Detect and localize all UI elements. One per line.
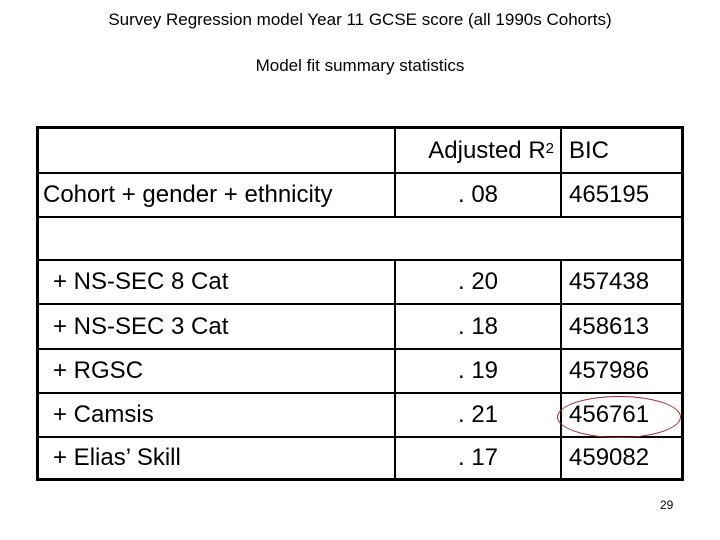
- table-row-base: Cohort + gender + ethnicity . 08 465195: [39, 174, 681, 218]
- cell-bic: 458613: [560, 305, 681, 348]
- cell-model: + RGSC: [53, 357, 144, 384]
- cell-bic: 457986: [560, 350, 681, 392]
- cell-model: + NS-SEC 8 Cat: [53, 268, 229, 295]
- cell-model: + Elias’ Skill: [53, 444, 181, 471]
- cell-bic: 459082: [560, 438, 681, 478]
- cell-adjusted-r2: . 21: [394, 394, 560, 436]
- cell-adjusted-r2: . 08: [394, 174, 560, 216]
- table-spacer-row: [39, 218, 681, 261]
- cell-adjusted-r2: . 19: [394, 350, 560, 392]
- cell-adjusted-r2: . 20: [394, 261, 560, 303]
- cell-model: Cohort + gender + ethnicity: [43, 181, 333, 208]
- cell-bic: 456761: [560, 394, 681, 436]
- cell-bic: 457438: [560, 261, 681, 303]
- header-model: [39, 129, 394, 172]
- cell-adjusted-r2: . 17: [394, 438, 560, 478]
- header-adjusted-r2: Adjusted R2: [394, 129, 560, 172]
- table-row: + NS-SEC 8 Cat . 20 457438: [39, 261, 681, 305]
- cell-adjusted-r2: . 18: [394, 305, 560, 348]
- table-row: + NS-SEC 3 Cat . 18 458613: [39, 305, 681, 350]
- table-row-highlighted: + Camsis . 21 456761: [39, 394, 681, 438]
- table-row: + RGSC . 19 457986: [39, 350, 681, 394]
- table-header-row: Adjusted R2 BIC: [39, 129, 681, 174]
- cell-model: + Camsis: [53, 401, 154, 428]
- page-number: 29: [660, 498, 674, 512]
- slide-subtitle: Model fit summary statistics: [255, 56, 465, 75]
- cell-bic: 465195: [560, 174, 681, 216]
- cell-model: + NS-SEC 3 Cat: [53, 312, 229, 340]
- header-adjusted-r2-label: Adjusted R: [428, 136, 546, 164]
- table-row: + Elias’ Skill . 17 459082: [39, 438, 681, 478]
- slide-title: Survey Regression model Year 11 GCSE sco…: [108, 10, 612, 29]
- header-bic: BIC: [560, 129, 681, 172]
- model-fit-table: Adjusted R2 BIC Cohort + gender + ethnic…: [36, 126, 684, 481]
- superscript-2: 2: [545, 140, 554, 157]
